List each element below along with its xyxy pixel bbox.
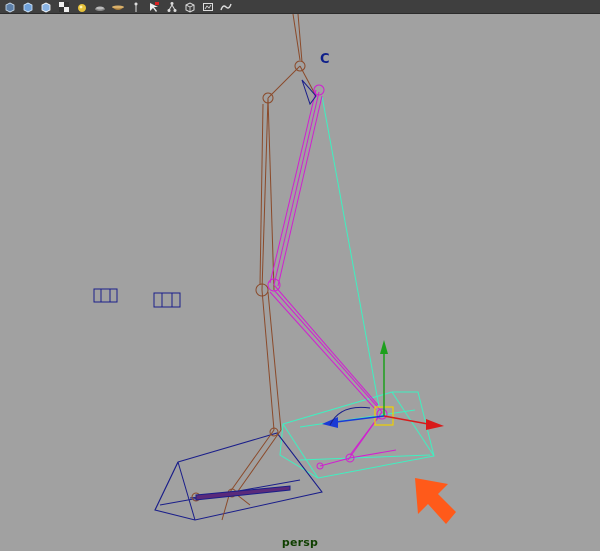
ik-chain[interactable] xyxy=(267,79,397,470)
scene-canvas[interactable] xyxy=(0,0,600,551)
arrow-annotation-icon xyxy=(415,478,456,524)
toe-joint[interactable] xyxy=(195,485,291,501)
leg-skeleton[interactable] xyxy=(191,13,317,521)
locator-icon[interactable] xyxy=(93,288,118,303)
move-manipulator[interactable] xyxy=(322,340,444,430)
locator-label: C xyxy=(320,52,330,67)
persp-viewport[interactable]: C persp xyxy=(0,0,600,551)
locator-icon[interactable] xyxy=(153,292,181,308)
camera-label: persp xyxy=(281,536,319,549)
